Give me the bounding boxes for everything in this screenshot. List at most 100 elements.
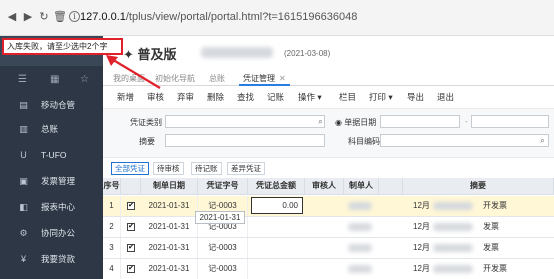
status-tab-0[interactable]: 全部凭证: [111, 162, 149, 175]
voucher-type-label: 凭证类别: [130, 118, 162, 127]
date-to-input[interactable]: [471, 115, 549, 128]
row-checkbox[interactable]: ✔: [127, 202, 135, 210]
toolbar-button-5[interactable]: 记账: [267, 91, 284, 103]
sidebar-item-0[interactable]: ▤ 移动仓管: [0, 93, 103, 117]
report-icon: ◧: [19, 202, 28, 212]
sidebar-item-label: 发票管理: [41, 176, 76, 186]
table-row[interactable]: 3 ✔ 2021-01-31 记-0003 12月 发票: [103, 238, 554, 259]
app-header: ✦ 普及版 (2021-03-08): [103, 36, 554, 68]
voucher-table: 序号 制单日期 凭证字号 凭证总金额 审核人 制单人 摘要 1 ✔ 2021-01-31 记-000…: [103, 178, 554, 279]
browser-bar: ◀ ▶ ↻ 🗑 i 127.0.0.1/tplus/view/portal/po…: [0, 0, 554, 36]
blurred-reviewer: [348, 223, 372, 231]
voucher-cell[interactable]: 记-0003: [198, 259, 248, 279]
subject-search-icon[interactable]: ⌕: [537, 135, 548, 146]
menu-icon[interactable]: ☰: [18, 74, 27, 85]
annotation-arrow: [106, 55, 161, 89]
blurred-summary: [433, 223, 473, 231]
toolbar-button-1[interactable]: 审核: [147, 91, 164, 103]
summary-input[interactable]: [165, 134, 325, 147]
column-header-1[interactable]: [121, 178, 141, 195]
sidebar-tools: ☰ ▦ ☆: [0, 74, 103, 92]
sidebar-item-label: 协同办公: [41, 228, 76, 238]
tab-2[interactable]: 总账: [205, 72, 229, 86]
blurred-summary: [433, 244, 473, 252]
loan-icon: ¥: [20, 254, 26, 264]
blurred-summary: [433, 202, 473, 210]
subject-input[interactable]: [380, 134, 549, 147]
status-tabs: 全部凭证 待审核 待记账 差异凭证: [103, 162, 554, 176]
row-checkbox[interactable]: ✔: [127, 223, 135, 231]
status-tab-2[interactable]: 待记账: [191, 162, 222, 175]
column-header-3[interactable]: 凭证字号: [198, 178, 248, 195]
toolbar-button-10[interactable]: 退出: [437, 91, 454, 103]
summary-cell: 12月: [413, 243, 430, 252]
summary-cell: 12月: [413, 201, 430, 210]
row-number: 2: [103, 217, 121, 237]
table-row[interactable]: 4 ✔ 2021-01-31 记-0003 12月 开发票: [103, 259, 554, 279]
star-icon[interactable]: ☆: [80, 74, 89, 85]
summary-cell: 12月: [413, 222, 430, 231]
sidebar-item-3[interactable]: ▣ 发票管理: [0, 169, 103, 193]
date-option-label: 单据日期: [344, 118, 377, 127]
reload-icon[interactable]: ↻: [38, 11, 50, 23]
date-separator: -: [465, 117, 468, 126]
tab-label: 凭证管理: [243, 74, 275, 83]
toolbar-button-6[interactable]: 操作 ▾: [298, 91, 322, 103]
toolbar-button-8[interactable]: 打印 ▾: [369, 91, 393, 103]
status-tab-3[interactable]: 差异凭证: [227, 162, 265, 175]
sidebar-item-2[interactable]: U T-UFO: [0, 143, 103, 167]
toolbar-button-2[interactable]: 弃审: [177, 91, 194, 103]
blurred-reviewer: [348, 244, 372, 252]
summary-extra: 发票: [483, 222, 499, 231]
date-cell: 2021-01-31: [141, 217, 198, 237]
column-header-7[interactable]: [379, 178, 403, 195]
trash-icon[interactable]: 🗑: [53, 11, 67, 23]
row-number: 4: [103, 259, 121, 279]
table-row[interactable]: 2 ✔ 2021-01-31 记-0003 12月 发票: [103, 217, 554, 238]
voucher-type-input[interactable]: [165, 115, 325, 128]
toolbar-button-9[interactable]: 导出: [407, 91, 424, 103]
date-radio[interactable]: ◉ 单据日期: [335, 117, 376, 128]
toolbar-button-3[interactable]: 删除: [207, 91, 224, 103]
row-checkbox[interactable]: ✔: [127, 265, 135, 273]
row-checkbox[interactable]: ✔: [127, 244, 135, 252]
toolbar-button-4[interactable]: 查找: [237, 91, 254, 103]
toolbar-button-7[interactable]: 栏目: [339, 91, 356, 103]
table-row[interactable]: 1 ✔ 2021-01-31 记-0003 0.00 12月 开发票: [103, 196, 554, 217]
column-header-0[interactable]: 序号: [103, 178, 121, 195]
sidebar-item-label: T-UFO: [41, 150, 67, 160]
date-from-input[interactable]: [380, 115, 460, 128]
sidebar-item-5[interactable]: ⚙ 协同办公: [0, 221, 103, 245]
url-bar[interactable]: 127.0.0.1/tplus/view/portal/portal.html?…: [80, 8, 480, 26]
blurred-summary: [433, 265, 473, 273]
sidebar-item-1[interactable]: ▥ 总账: [0, 117, 103, 141]
tab-label: 总账: [209, 74, 225, 83]
invoice-icon: ▣: [19, 176, 28, 186]
info-icon[interactable]: i: [69, 11, 80, 22]
sidebar-item-6[interactable]: ¥ 我要贷款: [0, 247, 103, 271]
summary-extra: 发票: [483, 243, 499, 252]
url-host: 127.0.0.1: [80, 11, 126, 23]
tab-3[interactable]: 凭证管理 ✕: [239, 72, 290, 86]
column-header-6[interactable]: 制单人: [344, 178, 379, 195]
date-cell: 2021-01-31: [141, 259, 198, 279]
column-header-8[interactable]: 摘要: [403, 178, 554, 195]
column-header-4[interactable]: 凭证总金额: [248, 178, 305, 195]
back-icon[interactable]: ◀: [6, 11, 18, 23]
url-path: /tplus/view/portal/portal.html?t=1615196…: [125, 11, 358, 23]
ufo-icon: U: [20, 150, 27, 160]
status-tab-1[interactable]: 待审核: [153, 162, 184, 175]
grid-icon[interactable]: ▦: [50, 74, 59, 85]
toolbar-button-0[interactable]: 新增: [117, 91, 134, 103]
column-header-2[interactable]: 制单日期: [141, 178, 198, 195]
amount-input[interactable]: 0.00: [251, 197, 303, 214]
close-icon[interactable]: ✕: [279, 74, 286, 83]
voucher-cell[interactable]: 记-0003: [198, 238, 248, 258]
sidebar-item-4[interactable]: ◧ 报表中心: [0, 195, 103, 219]
ledger-icon: ▥: [19, 124, 28, 134]
row-number: 1: [103, 196, 121, 216]
search-icon[interactable]: ⌕: [315, 116, 326, 127]
forward-icon[interactable]: ▶: [22, 11, 34, 23]
tab-strip: 我的桌面 初始化导航 总账 凭证管理 ✕: [103, 70, 554, 86]
column-header-5[interactable]: 审核人: [305, 178, 344, 195]
